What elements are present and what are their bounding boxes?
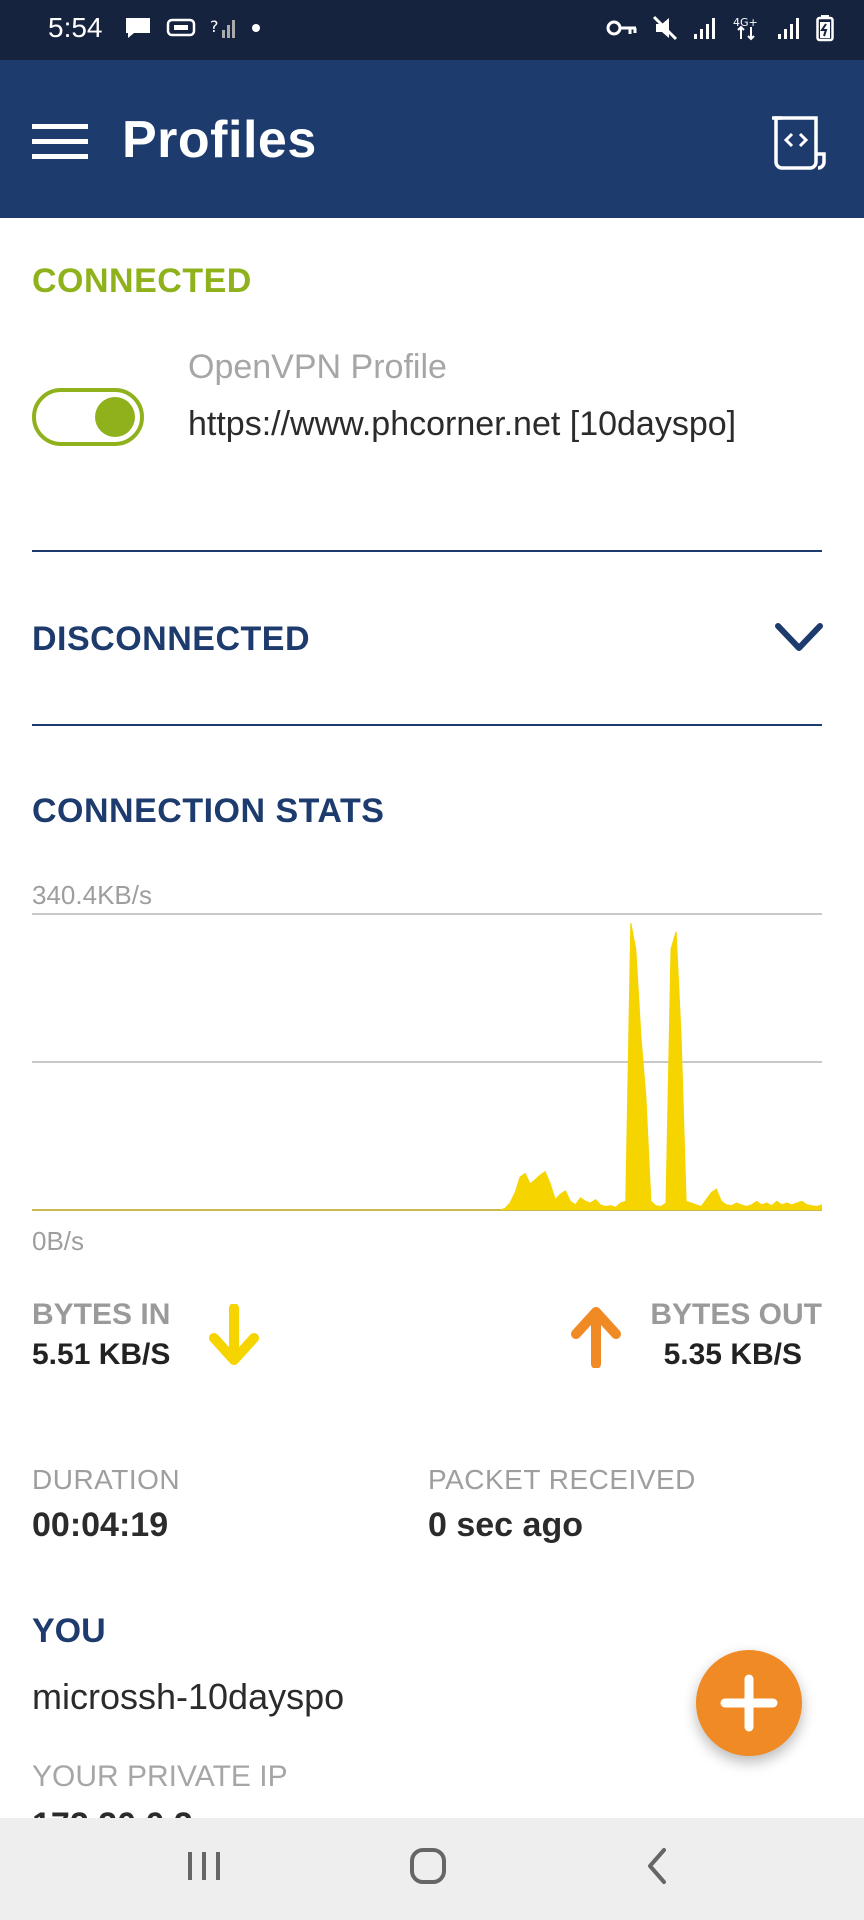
private-ip-label: YOUR PRIVATE IP — [32, 1760, 288, 1793]
bytes-in-label: BYTES IN — [32, 1298, 171, 1331]
status-left-icons: ? — [124, 16, 262, 40]
app-bar: Profiles — [0, 60, 864, 218]
signal-icon — [692, 16, 718, 40]
divider-1 — [32, 550, 822, 552]
recent-apps-icon[interactable] — [184, 1846, 224, 1891]
chart-min-label: 0B/s — [32, 1226, 85, 1256]
no-signal-icon: ? — [210, 16, 236, 40]
connected-heading: CONNECTED — [32, 262, 252, 300]
add-profile-button[interactable] — [696, 1650, 802, 1756]
duration-label: DURATION — [32, 1464, 181, 1495]
mute-icon — [652, 15, 678, 41]
back-icon[interactable] — [638, 1846, 678, 1891]
profile-url[interactable]: https://www.phcorner.net [10dayspo] — [188, 402, 828, 446]
bytes-out-label: BYTES OUT — [650, 1298, 822, 1331]
disconnected-heading[interactable]: DISCONNECTED — [32, 620, 310, 659]
hamburger-menu-icon[interactable] — [32, 122, 88, 162]
you-value: microssh-10dayspo — [32, 1676, 345, 1717]
toggle-knob — [95, 397, 135, 437]
plus-icon — [720, 1674, 778, 1732]
duration-value: 00:04:19 — [32, 1506, 169, 1544]
connection-stats-heading: CONNECTION STATS — [32, 792, 385, 830]
vpn-key-icon — [606, 18, 638, 38]
home-icon[interactable] — [408, 1846, 448, 1891]
signal-icon-2 — [776, 16, 802, 40]
profile-name[interactable]: OpenVPN Profile — [188, 348, 447, 387]
divider-2 — [32, 724, 822, 726]
arrow-down-icon — [206, 1303, 262, 1370]
bytes-in-value: 5.51 KB/S — [32, 1338, 171, 1371]
bytes-out-value: 5.35 KB/S — [663, 1338, 802, 1371]
you-heading: YOU — [32, 1612, 106, 1650]
message-icon — [124, 16, 152, 40]
packet-received-value: 0 sec ago — [428, 1506, 583, 1544]
profile-toggle[interactable] — [32, 388, 144, 446]
dot-icon — [250, 22, 262, 34]
svg-text:?: ? — [210, 17, 219, 36]
page-title: Profiles — [122, 111, 317, 169]
import-file-icon[interactable] — [770, 114, 826, 170]
4g-signal-icon: 4G+ — [732, 14, 762, 42]
status-time: 5:54 — [48, 12, 103, 43]
connection-chart — [32, 913, 822, 1211]
network-label: 4G+ — [733, 16, 758, 29]
chevron-down-icon[interactable] — [774, 620, 824, 656]
battery-icon — [816, 14, 834, 42]
navigation-bar — [0, 1818, 864, 1920]
tv-icon — [166, 17, 196, 39]
status-bar: 5:54 ? 4G+ — [0, 0, 864, 60]
chart-series-area — [32, 922, 822, 1211]
packet-received-label: PACKET RECEIVED — [428, 1464, 696, 1495]
arrow-up-icon — [568, 1302, 624, 1369]
status-right-icons: 4G+ — [606, 14, 834, 42]
